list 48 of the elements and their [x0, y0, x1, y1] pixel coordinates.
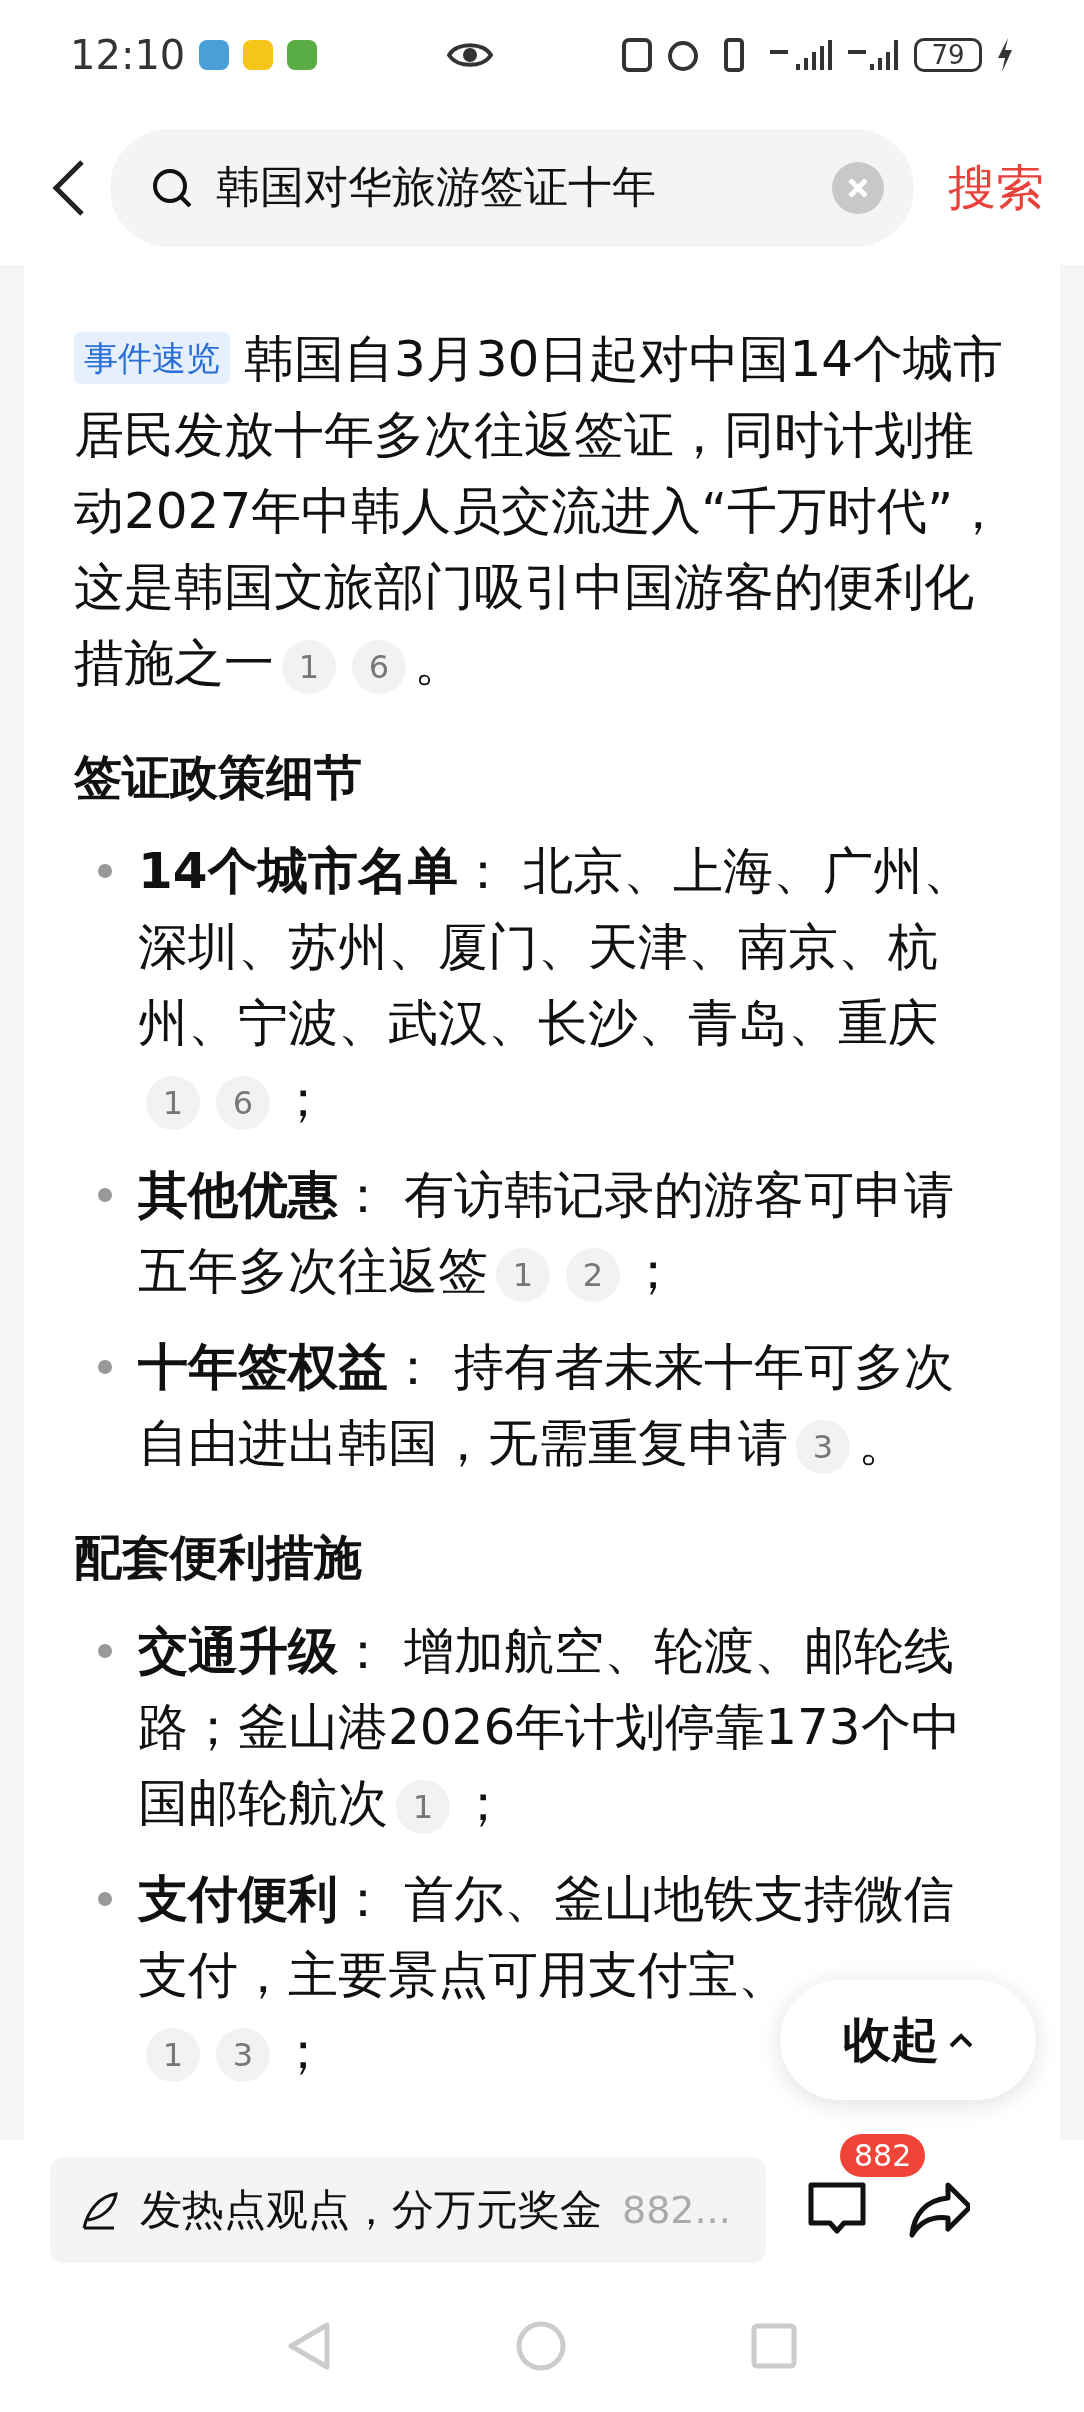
summary-text: 事件速览 韩国自3月30日起对中国14个城市居民发放十年多次往返签证，同时计划推动2027年中韩人员交流进入“千万时代”，这是韩国文旅部门吸引中国游客的便利化措施之一 1 6 。	[74, 329, 1005, 696]
charging-icon	[996, 38, 1014, 72]
bullet-icon	[98, 1892, 112, 1906]
citation-link[interactable]: 3	[796, 1419, 850, 1474]
bullet-icon	[98, 1644, 112, 1658]
citation-link[interactable]: 1	[496, 1247, 550, 1302]
search-button[interactable]: 搜索	[938, 155, 1054, 220]
app-icon	[199, 40, 230, 70]
citation-link[interactable]: 1	[146, 1075, 200, 1130]
comment-field[interactable]: 发热点观点，分万元奖金 882...	[50, 2157, 766, 2263]
home-icon[interactable]	[516, 2321, 566, 2371]
collapse-button[interactable]: 收起	[780, 1980, 1036, 2100]
citation-link[interactable]: 1	[282, 639, 336, 694]
signal-icon	[846, 38, 900, 72]
caret-icon	[949, 2032, 973, 2048]
bullet-icon	[98, 1188, 112, 1202]
share-button[interactable]	[908, 2180, 970, 2240]
item-text: 交通升级： 增加航空、轮渡、邮轮线路；釜山港2026年计划停靠173个中国邮轮航次 1 ；	[138, 1621, 962, 1836]
battery-level: 79	[914, 38, 982, 72]
bullet-icon	[98, 1360, 112, 1374]
item-text: 其他优惠： 有访韩记录的游客可申请五年多次往返签 1 2 ；	[138, 1165, 955, 1304]
citation-link[interactable]: 3	[216, 2027, 270, 2082]
citation-link[interactable]: 6	[216, 1075, 270, 1130]
search-query: 韩国对华旅游签证十年	[216, 160, 657, 214]
comment-count-hint: 882...	[622, 2188, 731, 2232]
eye-icon	[446, 40, 493, 70]
feather-icon	[80, 2190, 120, 2230]
status-time: 12:10	[70, 32, 186, 78]
citation-link[interactable]: 1	[396, 1779, 450, 1834]
app-icon	[287, 40, 318, 70]
summary-tag: 事件速览	[74, 332, 230, 384]
comment-placeholder: 发热点观点，分万元奖金	[140, 2184, 602, 2236]
share-icon	[908, 2180, 970, 2240]
comment-count-badge: 882	[840, 2134, 926, 2177]
item-text: 14个城市名单： 北京、上海、广州、深圳、苏州、厦门、天津、南京、杭州、宁波、武汉、长沙、青岛、重庆 1 6 ；	[138, 841, 975, 1132]
item-text: 十年签权益： 持有者未来十年可多次自由进出韩国，无需重复申请 3 。	[138, 1337, 955, 1476]
back-icon[interactable]	[50, 157, 86, 218]
section-heading: 签证政策细节	[74, 748, 363, 807]
citation-link[interactable]: 2	[566, 1247, 620, 1302]
app-icon	[243, 40, 274, 70]
recents-icon[interactable]	[751, 2323, 797, 2369]
clear-icon[interactable]	[832, 161, 884, 214]
section-heading: 配套便利措施	[74, 1528, 363, 1587]
citation-link[interactable]: 6	[352, 639, 406, 694]
search-field[interactable]: 韩国对华旅游签证十年	[110, 128, 914, 247]
bullet-icon	[98, 864, 112, 878]
citation-link[interactable]: 1	[146, 2027, 200, 2082]
signal-icon	[768, 38, 832, 72]
